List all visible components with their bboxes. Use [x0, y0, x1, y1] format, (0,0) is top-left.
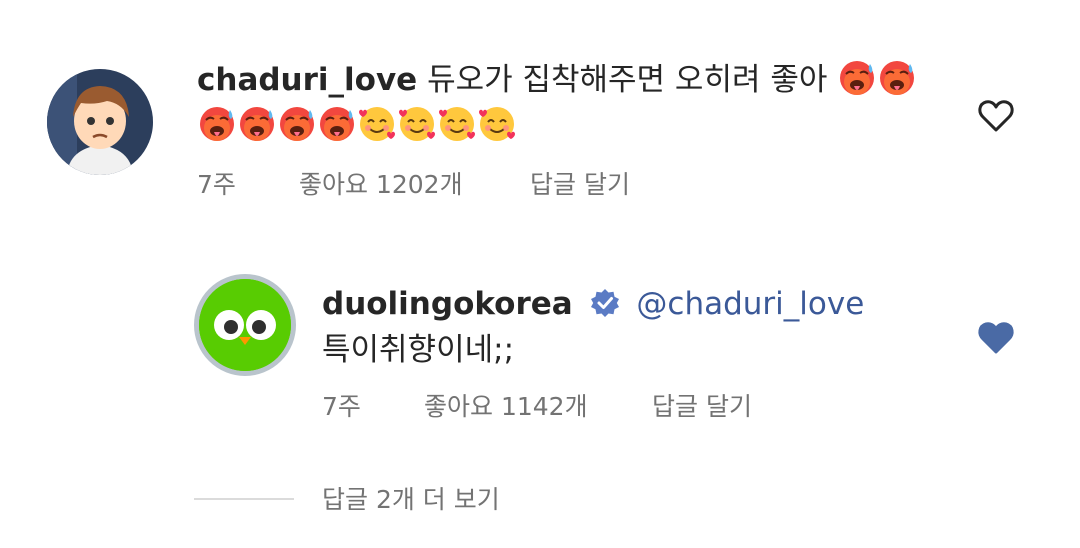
comment-likes[interactable]: 좋아요 1202개 [299, 170, 463, 200]
comment-line-1: chaduri_love 듀오가 집착해주면 오히려 좋아 [197, 58, 917, 100]
hot-face-emoji [840, 61, 875, 95]
comment-reply-button[interactable]: 답글 달기 [530, 170, 630, 200]
liked-heart-icon[interactable] [976, 318, 1016, 358]
reply-likes[interactable]: 좋아요 1142개 [424, 392, 588, 422]
comment-line-2 [197, 104, 517, 146]
smiling-face-with-hearts-emoji [359, 107, 395, 141]
comment-text: 듀오가 집착해주면 오히려 좋아 [427, 62, 828, 98]
reply-mention[interactable]: @chaduri_love [636, 286, 864, 322]
reply-text: 특이취향이네;; [322, 332, 515, 368]
reply-avatar[interactable] [194, 274, 296, 376]
duo-owl-icon [199, 279, 291, 371]
smiling-face-with-hearts-emoji [399, 107, 435, 141]
reply-reply-button[interactable]: 답글 달기 [652, 392, 752, 422]
hot-face-emoji [880, 61, 915, 95]
reply-line-1: duolingokorea @chaduri_love [322, 284, 864, 324]
hot-face-emoji [200, 107, 234, 141]
hot-face-emoji [320, 107, 354, 141]
comment-username[interactable]: chaduri_love [197, 62, 417, 98]
verified-badge-icon [590, 289, 619, 317]
smiling-face-with-hearts-emoji [439, 107, 475, 141]
smiling-face-with-hearts-emoji [479, 107, 515, 141]
replies-divider [194, 498, 294, 500]
avatar-illustration [47, 69, 153, 175]
reply-username[interactable]: duolingokorea [322, 286, 573, 322]
like-heart-icon[interactable] [976, 96, 1016, 136]
hot-face-emoji [240, 107, 274, 141]
commenter-avatar[interactable] [47, 69, 153, 175]
view-more-replies-button[interactable]: 답글 2개 더 보기 [322, 485, 500, 515]
reply-time: 7주 [322, 392, 361, 421]
comment-time: 7주 [197, 170, 236, 199]
comment-emojis-line-1 [837, 61, 917, 98]
hot-face-emoji [280, 107, 314, 141]
